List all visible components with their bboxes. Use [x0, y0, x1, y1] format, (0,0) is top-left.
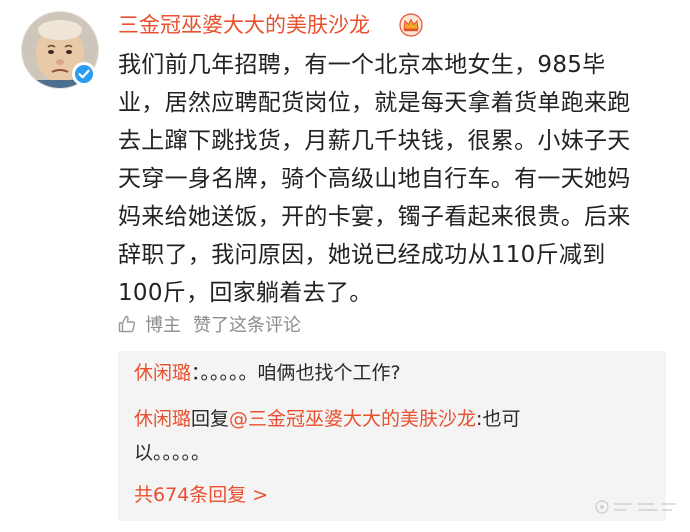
reply-text: 也可: [482, 408, 521, 430]
reply-text-continued: 以。。。。。: [134, 442, 211, 464]
reply-nickname-link[interactable]: 休闲璐: [134, 362, 191, 384]
replies-panel: 休闲璐：。。。。。咱俩也找个工作? 休闲璐回复@三金冠巫婆大大的美肤沙龙:也可 …: [118, 351, 666, 521]
thumbs-up-icon[interactable]: [117, 314, 137, 334]
reply-verb: 回复: [191, 408, 230, 430]
post-line: 妈来给她送饭，开的卡宴，镯子看起来很贵。后来: [118, 204, 631, 230]
like-author: 博主: [145, 315, 181, 336]
post-line: 我们前几年招聘，有一个北京本地女生，985毕: [118, 52, 606, 78]
like-action: 赞了这条评论: [193, 315, 301, 336]
reply-item: 休闲璐：。。。。。咱俩也找个工作?: [134, 357, 401, 389]
post-content: 我们前几年招聘，有一个北京本地女生，985毕 业，居然应聘配货岗位，就是每天拿着…: [118, 46, 670, 312]
reply-separator: ：: [191, 362, 201, 384]
verified-badge-icon: [75, 65, 93, 83]
post-line: 天穿一身名牌，骑个高级山地自行车。有一天她妈: [118, 166, 631, 192]
reply-text: 。。。。。咱俩也找个工作?: [200, 362, 401, 384]
username-link[interactable]: 三金冠巫婆大大的美肤沙龙: [118, 10, 370, 40]
verified-badge: [72, 62, 96, 86]
view-all-replies-link[interactable]: 共674条回复 >: [134, 479, 268, 511]
post-line: 业，居然应聘配货岗位，就是每天拿着货单跑来跑: [118, 90, 631, 116]
post-line: 去上蹿下跳找货，月薪几千块钱，很累。小妹子天: [118, 128, 631, 154]
reply-item: 休闲璐回复@三金冠巫婆大大的美肤沙龙:也可: [134, 403, 520, 435]
reply-mention-link[interactable]: @三金冠巫婆大大的美肤沙龙: [229, 408, 476, 430]
post-line: 100斤，回家躺着去了。: [118, 280, 373, 306]
crown-icon: [399, 13, 423, 37]
author-like-row: 博主 赞了这条评论: [117, 312, 301, 336]
reply-nickname-link[interactable]: 休闲璐: [134, 408, 191, 430]
watermark-logo: [595, 500, 676, 514]
post-line: 辞职了，我问原因，她说已经成功从110斤减到: [118, 242, 606, 268]
